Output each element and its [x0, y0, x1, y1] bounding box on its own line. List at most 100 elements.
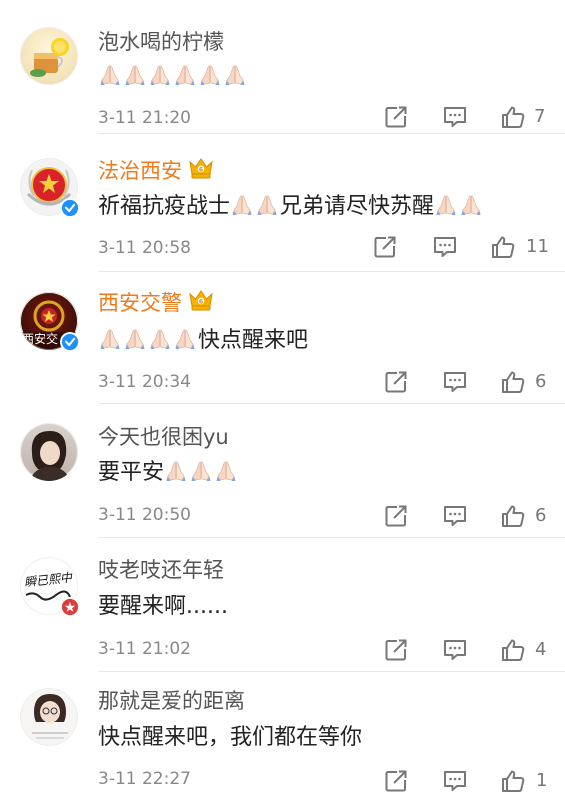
like-count: 1: [536, 770, 548, 791]
pray-emoji: [173, 63, 197, 87]
comment-text: 快点醒来吧，我们都在等你: [98, 725, 363, 750]
comment-item: 那就是爱的距离 快点醒来吧，我们都在等你 3-11 22:27 1: [0, 672, 565, 804]
comment-text-part: 快点醒来吧: [198, 328, 309, 353]
repost-button[interactable]: [383, 365, 409, 399]
pray-emoji: [98, 63, 122, 87]
commenter-name[interactable]: 吱老吱还年轻: [98, 556, 224, 584]
comment-text-part: 兄弟请尽快苏醒: [280, 194, 435, 219]
comment-icon: [442, 503, 468, 529]
comment-icon: [442, 768, 468, 794]
comment-item: 法治西安 祈福抗疫战士 兄弟请尽快苏醒 3-11 20:58 11: [0, 140, 565, 272]
avatar-caption: 西安交: [22, 332, 59, 346]
avatar[interactable]: [20, 423, 78, 481]
pray-emoji: [459, 193, 483, 217]
comment-text: 祈福抗疫战士 兄弟请尽快苏醒: [98, 192, 484, 222]
pray-emoji: [214, 459, 238, 483]
repost-icon: [383, 369, 409, 395]
reply-button[interactable]: [442, 499, 468, 533]
like-button[interactable]: [500, 365, 526, 399]
repost-icon: [383, 637, 409, 663]
reply-button[interactable]: [432, 230, 458, 264]
commenter-name-text: 西安交警: [98, 291, 182, 315]
comment-icon: [442, 637, 468, 663]
comment-icon: [442, 369, 468, 395]
repost-button[interactable]: [383, 499, 409, 533]
thumbs-up-icon: [500, 503, 526, 529]
pray-emoji: [230, 193, 254, 217]
repost-button[interactable]: [383, 100, 409, 134]
repost-button[interactable]: [383, 764, 409, 798]
repost-icon: [383, 768, 409, 794]
pray-emoji: [123, 63, 147, 87]
thumbs-up-icon: [500, 104, 526, 130]
commenter-name-text: 法治西安: [98, 159, 182, 183]
comment-time: 3-11 21:20: [98, 108, 191, 128]
comment-text: [98, 62, 248, 92]
pray-emoji: [123, 327, 147, 351]
avatar[interactable]: [20, 158, 80, 218]
reply-button[interactable]: [442, 764, 468, 798]
crown-vip-icon: [188, 157, 214, 181]
like-button[interactable]: [500, 764, 526, 798]
comment-time: 3-11 20:50: [98, 505, 191, 525]
comment-time: 3-11 20:34: [98, 372, 191, 392]
repost-icon: [383, 503, 409, 529]
comment-icon: [442, 104, 468, 130]
avatar[interactable]: [20, 688, 78, 746]
repost-button[interactable]: [372, 230, 398, 264]
pray-emoji: [255, 193, 279, 217]
comment-item: 今天也很困yu 要平安 3-11 20:50 6: [0, 406, 565, 538]
like-button[interactable]: [500, 100, 526, 134]
pray-emoji: [198, 63, 222, 87]
crown-vip-icon: [188, 289, 214, 313]
repost-button[interactable]: [383, 633, 409, 667]
pray-emoji: [173, 327, 197, 351]
like-count: 6: [535, 505, 547, 526]
verified-badge: [60, 332, 80, 352]
comment-text: 要醒来啊......: [98, 594, 228, 619]
commenter-name[interactable]: 那就是爱的距离: [98, 687, 245, 715]
pray-emoji: [434, 193, 458, 217]
reply-button[interactable]: [442, 633, 468, 667]
reply-button[interactable]: [442, 365, 468, 399]
pray-emoji: [148, 63, 172, 87]
commenter-name[interactable]: 西安交警: [98, 289, 214, 317]
comment-time: 3-11 20:58: [98, 238, 191, 258]
comment-text-part: 祈福抗疫战士: [98, 194, 231, 219]
like-button[interactable]: [490, 230, 516, 264]
thumbs-up-icon: [500, 369, 526, 395]
commenter-name[interactable]: 法治西安: [98, 157, 214, 185]
pray-emoji: [164, 459, 188, 483]
verified-v-icon: [61, 333, 79, 351]
comment-list: 泡水喝的柠檬 3-11 21:20 7 法治西安 祈福抗疫战士 兄弟请尽快苏醒 …: [0, 0, 565, 800]
like-button[interactable]: [500, 633, 526, 667]
like-count: 4: [535, 639, 547, 660]
pray-emoji: [98, 327, 122, 351]
pray-emoji: [189, 459, 213, 483]
comment-item: 瞬已熙中 吱老吱还年轻 要醒来啊...... 3-11 21:02 4: [0, 540, 565, 672]
comment-text: 要平安: [98, 458, 239, 488]
comment-time: 3-11 22:27: [98, 769, 191, 789]
repost-icon: [383, 104, 409, 130]
like-button[interactable]: [500, 499, 526, 533]
commenter-name[interactable]: 泡水喝的柠檬: [98, 28, 224, 56]
thumbs-up-icon: [500, 768, 526, 794]
avatar[interactable]: 西安交: [20, 292, 80, 352]
commenter-name[interactable]: 今天也很困yu: [98, 423, 229, 451]
like-count: 11: [526, 236, 549, 257]
red-flag-badge-icon: [61, 598, 79, 616]
avatar[interactable]: 瞬已熙中: [20, 557, 80, 617]
verified-v-icon: [61, 199, 79, 217]
thumbs-up-icon: [500, 637, 526, 663]
like-count: 6: [535, 371, 547, 392]
avatar[interactable]: [20, 27, 78, 85]
verified-badge: [60, 198, 80, 218]
reply-button[interactable]: [442, 100, 468, 134]
pray-emoji: [148, 327, 172, 351]
like-count: 7: [534, 106, 546, 127]
comment-icon: [432, 234, 458, 260]
comment-text: 快点醒来吧: [98, 326, 308, 356]
pray-emoji: [223, 63, 247, 87]
thumbs-up-icon: [490, 234, 516, 260]
comment-text-part: 要平安: [98, 460, 165, 485]
